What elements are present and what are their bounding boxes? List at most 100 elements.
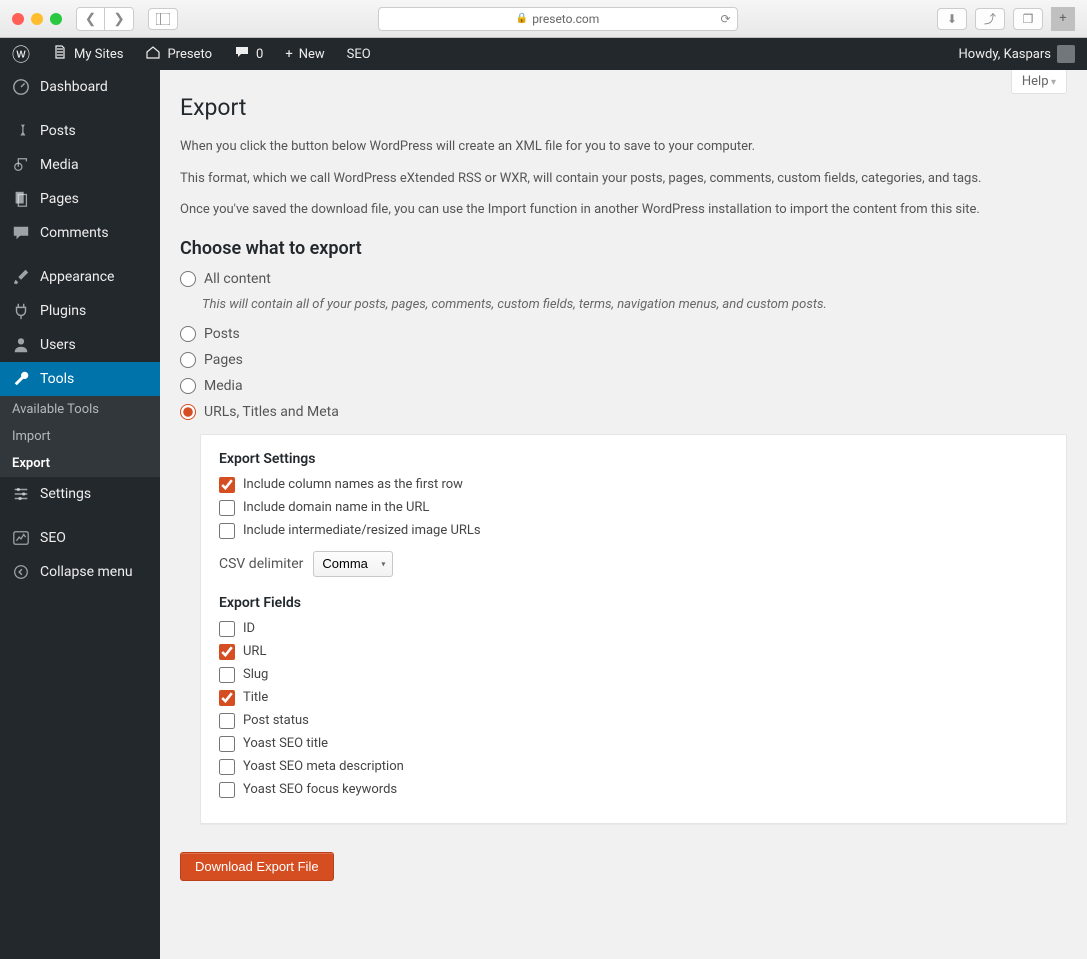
check-slug-label: Slug [243,667,268,682]
window-controls [12,13,62,25]
submenu-available-tools[interactable]: Available Tools [0,396,160,423]
check-id-label: ID [243,621,255,636]
new-content-link[interactable]: + New [281,38,328,70]
menu-label: SEO [40,530,66,546]
check-title[interactable] [219,690,235,706]
all-content-hint: This will contain all of your posts, pag… [202,297,1067,312]
tabs-button[interactable]: ❐ [1013,8,1043,30]
check-include-columns[interactable] [219,477,235,493]
wp-body: Dashboard Posts Media Pages Comments [0,70,1087,959]
plug-icon [12,302,30,320]
menu-label: Tools [40,371,74,387]
check-yoast-desc-label: Yoast SEO meta description [243,759,404,774]
maximize-window-button[interactable] [50,13,62,25]
user-icon [12,336,30,354]
help-tab[interactable]: Help [1011,70,1067,94]
sliders-icon [12,485,30,503]
home-icon [145,44,161,64]
forward-button[interactable]: ❯ [105,8,133,30]
check-include-columns-label: Include column names as the first row [243,477,463,492]
csv-delimiter-select[interactable]: Comma [313,551,393,577]
check-include-columns-row: Include column names as the first row [219,477,1048,493]
menu-media[interactable]: Media [0,148,160,182]
media-icon [12,156,30,174]
menu-dashboard[interactable]: Dashboard [0,70,160,104]
radio-urls-meta[interactable] [180,404,196,420]
menu-appearance[interactable]: Appearance [0,260,160,294]
close-window-button[interactable] [12,13,24,25]
menu-collapse[interactable]: Collapse menu [0,555,160,589]
radio-urls-meta-row: URLs, Titles and Meta [180,404,1067,420]
back-button[interactable]: ❮ [77,8,105,30]
howdy-text: Howdy, Kaspars [959,47,1051,62]
menu-comments[interactable]: Comments [0,216,160,250]
check-yoast-title[interactable] [219,736,235,752]
new-tab-button[interactable]: + [1051,7,1075,31]
lock-icon: 🔒 [516,13,528,24]
menu-seo[interactable]: SEO [0,521,160,555]
check-slug[interactable] [219,667,235,683]
browser-chrome: ❮ ❯ 🔒 preseto.com ⟳ ⬇ ⤴ ❐ + [0,0,1087,38]
url-bar[interactable]: 🔒 preseto.com ⟳ [378,7,738,31]
radio-posts[interactable] [180,326,196,342]
check-include-intermediate-label: Include intermediate/resized image URLs [243,523,481,538]
reload-icon[interactable]: ⟳ [720,12,730,26]
site-name-link[interactable]: Preseto [141,38,216,70]
csv-delimiter-row: CSV delimiter Comma [219,551,1048,577]
minimize-window-button[interactable] [31,13,43,25]
check-include-intermediate[interactable] [219,523,235,539]
menu-users[interactable]: Users [0,328,160,362]
seo-label: SEO [347,47,371,62]
radio-pages-label: Pages [204,352,243,368]
radio-posts-label: Posts [204,326,240,342]
menu-pages[interactable]: Pages [0,182,160,216]
menu-label: Settings [40,486,91,502]
check-yoast-desc-row: Yoast SEO meta description [219,759,1048,775]
brush-icon [12,268,30,286]
dashboard-icon [12,78,30,96]
radio-media-row: Media [180,378,1067,394]
menu-plugins[interactable]: Plugins [0,294,160,328]
intro-paragraph-3: Once you've saved the download file, you… [180,200,1067,220]
menu-label: Appearance [40,269,114,285]
check-yoast-keywords[interactable] [219,782,235,798]
check-title-label: Title [243,690,268,705]
my-sites-label: My Sites [74,47,123,62]
check-url[interactable] [219,644,235,660]
radio-all-content-row: All content [180,271,1067,287]
account-link[interactable]: Howdy, Kaspars [955,38,1079,70]
check-id[interactable] [219,621,235,637]
submenu-import[interactable]: Import [0,423,160,450]
menu-posts[interactable]: Posts [0,114,160,148]
comments-link[interactable]: 0 [230,38,267,70]
check-id-row: ID [219,621,1048,637]
menu-tools[interactable]: Tools [0,362,160,396]
plus-icon: + [285,47,292,62]
my-sites-link[interactable]: My Sites [48,38,127,70]
page-title: Export [180,94,1067,121]
download-export-button[interactable]: Download Export File [180,852,334,881]
menu-label: Plugins [40,303,86,319]
share-button[interactable]: ⤴ [975,8,1005,30]
check-post-status[interactable] [219,713,235,729]
sites-icon [52,44,68,64]
submenu-export[interactable]: Export [0,450,160,477]
radio-media[interactable] [180,378,196,394]
tools-submenu: Available Tools Import Export [0,396,160,477]
intro-paragraph-2: This format, which we call WordPress eXt… [180,169,1067,189]
wp-logo[interactable]: ⓦ [8,38,34,70]
radio-pages[interactable] [180,352,196,368]
choose-title: Choose what to export [180,238,1067,259]
sidebar-toggle-button[interactable] [148,8,178,30]
new-label: New [299,47,325,62]
menu-settings[interactable]: Settings [0,477,160,511]
radio-media-label: Media [204,378,243,394]
seo-link[interactable]: SEO [343,38,375,70]
check-title-row: Title [219,690,1048,706]
check-yoast-desc[interactable] [219,759,235,775]
radio-all-content[interactable] [180,271,196,287]
admin-sidemenu: Dashboard Posts Media Pages Comments [0,70,160,959]
check-include-domain[interactable] [219,500,235,516]
menu-label: Posts [40,123,76,139]
downloads-button[interactable]: ⬇ [937,8,967,30]
